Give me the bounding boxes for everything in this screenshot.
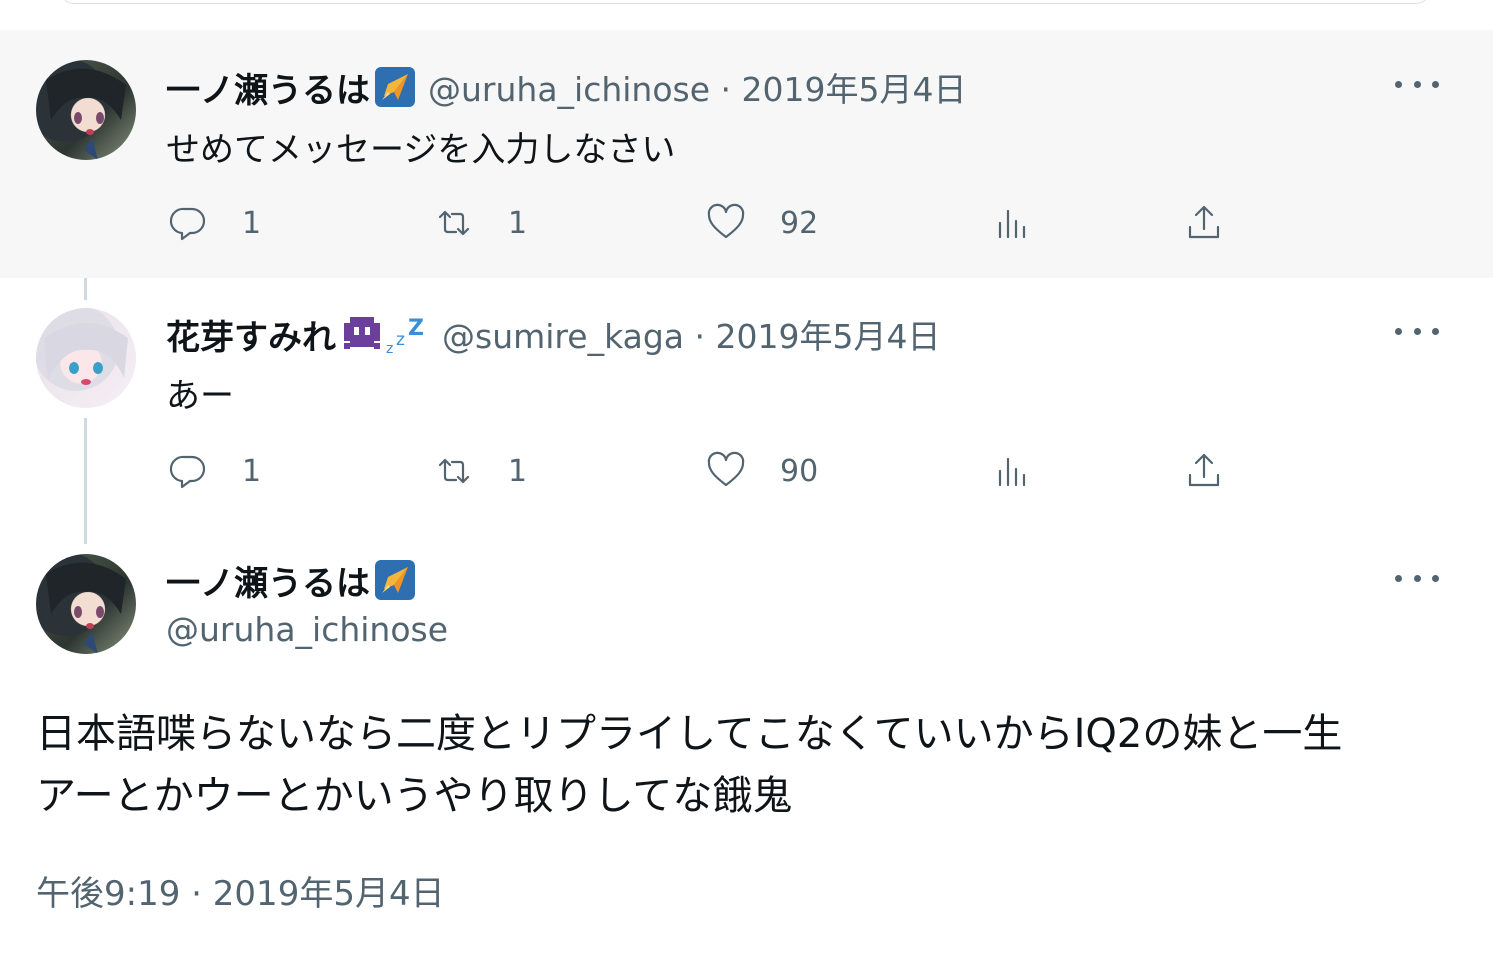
like-count: 90	[780, 453, 819, 489]
space-invader-zzz-icon: z z Z	[340, 313, 430, 357]
tweet-timestamp[interactable]: 午後9:19 · 2019年5月4日	[36, 866, 445, 915]
heart-icon	[707, 203, 745, 239]
reply-header: 一ノ瀬うるは @uruha_ichinose · 2019年5月4日	[166, 63, 967, 112]
handle[interactable]: @sumire_kaga · 2019年5月4日	[442, 310, 940, 358]
action-bar: 1 1 92	[166, 198, 1266, 248]
like-button[interactable]: 90	[704, 446, 818, 496]
like-count: 92	[780, 205, 819, 241]
more-icon[interactable]	[1395, 568, 1439, 588]
svg-text:z: z	[386, 341, 393, 355]
handle[interactable]: @uruha_ichinose · 2019年5月4日	[428, 63, 967, 111]
reply-tweet[interactable]: 花芽すみれ z z Z @sumire_kaga · 2019年5月4日 あー …	[0, 278, 1493, 540]
reply-button[interactable]: 1	[166, 446, 261, 496]
reply-header: 花芽すみれ z z Z @sumire_kaga · 2019年5月4日	[166, 310, 940, 359]
handle[interactable]: @uruha_ichinose	[166, 610, 448, 649]
analytics-icon	[998, 457, 1026, 487]
tweet-text: せめてメッセージを入力しなさい	[166, 130, 676, 170]
main-tweet-text: 日本語喋らないなら二度とリプライしてこなくていいからIQ2の妹と一生 アーとかウ…	[36, 703, 1456, 827]
tweet-date: 2019年5月4日	[741, 70, 967, 109]
rocket-emoji-icon	[374, 559, 416, 601]
retweet-button[interactable]: 1	[432, 198, 527, 248]
retweet-icon	[438, 210, 470, 236]
reply-button[interactable]: 1	[166, 198, 261, 248]
share-icon	[1188, 453, 1220, 487]
svg-text:z: z	[396, 330, 405, 350]
rocket-emoji-icon	[374, 66, 416, 108]
main-tweet-text-line: アーとかウーとかいうやり取りしてな餓鬼	[36, 773, 793, 819]
retweet-count: 1	[508, 205, 528, 241]
heart-icon	[707, 451, 745, 487]
previous-tweet-card	[60, 0, 1430, 4]
share-icon	[1188, 205, 1220, 239]
action-bar: 1 1 90	[166, 446, 1266, 496]
main-tweet-text-line: 日本語喋らないなら二度とリプライしてこなくていいからIQ2の妹と一生	[36, 711, 1343, 757]
retweet-icon	[438, 458, 470, 484]
retweet-count: 1	[508, 453, 528, 489]
analytics-icon	[998, 209, 1026, 239]
display-name[interactable]: 花芽すみれ	[166, 310, 336, 359]
tweet-text: あー	[166, 376, 234, 416]
reply-count: 1	[242, 205, 262, 241]
avatar[interactable]	[36, 308, 136, 408]
views-button[interactable]	[992, 446, 1036, 496]
reply-count: 1	[242, 453, 262, 489]
share-button[interactable]	[1182, 198, 1226, 248]
like-button[interactable]: 92	[704, 198, 818, 248]
display-name[interactable]: 一ノ瀬うるは	[166, 556, 370, 605]
display-name[interactable]: 一ノ瀬うるは	[166, 63, 370, 112]
avatar[interactable]	[36, 554, 136, 654]
svg-text:Z: Z	[408, 316, 424, 341]
reply-tweet[interactable]: 一ノ瀬うるは @uruha_ichinose · 2019年5月4日 せめてメッ…	[0, 30, 1493, 278]
more-icon[interactable]	[1395, 74, 1439, 94]
retweet-button[interactable]: 1	[432, 446, 527, 496]
avatar[interactable]	[36, 60, 136, 160]
share-button[interactable]	[1182, 446, 1226, 496]
tweet-date: 2019年5月4日	[715, 317, 941, 356]
main-tweet-header: 一ノ瀬うるは	[166, 556, 416, 605]
reply-icon	[169, 455, 206, 489]
reply-icon	[169, 207, 206, 241]
views-button[interactable]	[992, 198, 1036, 248]
more-icon[interactable]	[1395, 321, 1439, 341]
